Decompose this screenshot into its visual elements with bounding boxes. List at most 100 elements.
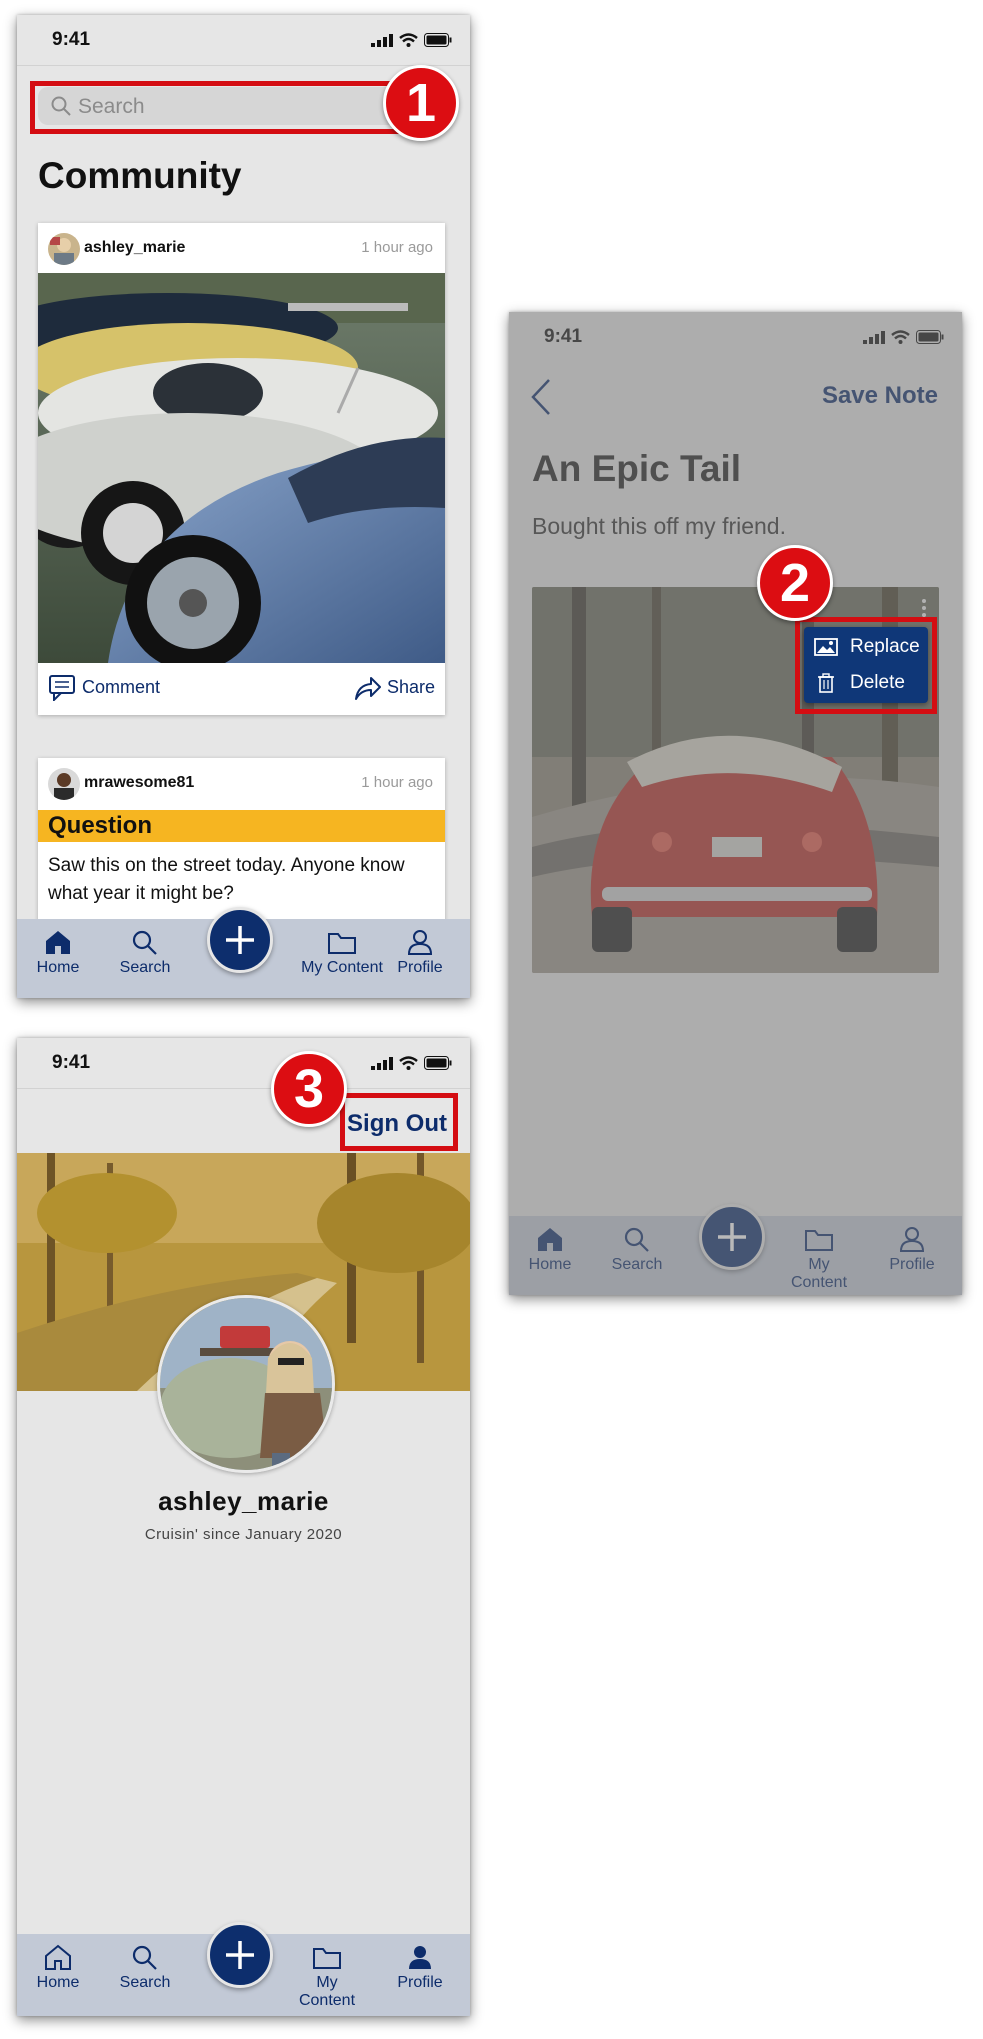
tab-my-content-label: My Content	[298, 1974, 356, 2009]
battery-icon	[916, 330, 944, 344]
post-image[interactable]	[38, 273, 445, 663]
post-card: mrawesome81 1 hour ago Question Saw this…	[38, 758, 445, 928]
share-button[interactable]: Share	[353, 673, 435, 701]
person-icon	[409, 1946, 431, 1969]
member-since: Cruisin' since January 2020	[144, 1526, 343, 1543]
tab-home-label: Home	[36, 1974, 80, 1991]
plus-icon	[718, 1223, 746, 1251]
callout-box-2	[795, 617, 937, 714]
avatar[interactable]	[48, 768, 80, 800]
share-icon	[354, 677, 381, 700]
signal-icon	[371, 34, 393, 47]
battery-icon	[424, 33, 452, 47]
tab-search[interactable]: Search	[105, 929, 185, 977]
folder-icon	[313, 1948, 341, 1969]
person-icon	[407, 930, 433, 955]
home-icon	[538, 1228, 562, 1251]
tab-my-content[interactable]: My Content	[779, 1226, 859, 1292]
community-screen: 9:41 Search 1 Community ashley_marie 1 h…	[17, 15, 470, 998]
comment-icon	[49, 675, 75, 701]
status-time: 9:41	[52, 29, 91, 50]
post-time: 1 hour ago	[361, 239, 433, 256]
tab-my-content[interactable]: My Content	[287, 1944, 367, 2010]
tab-home[interactable]: Home	[510, 1226, 590, 1274]
tab-search[interactable]: Search	[105, 1944, 185, 1992]
page-title: Community	[38, 155, 242, 196]
tab-profile[interactable]: Profile	[380, 1944, 460, 1992]
tab-home[interactable]: Home	[18, 929, 98, 977]
tab-search[interactable]: Search	[597, 1226, 677, 1274]
post-header: ashley_marie 1 hour ago	[38, 223, 445, 273]
battery-icon	[424, 1056, 452, 1070]
comment-label: Comment	[82, 676, 161, 697]
plus-icon	[226, 1941, 254, 1969]
callout-badge-3: 3	[271, 1051, 347, 1127]
tab-my-content-label: My Content	[301, 959, 383, 976]
signal-icon	[371, 1057, 393, 1070]
profile-screen: 9:41 Sign Out 3 ashley_marie Cruisin' si…	[17, 1038, 470, 2016]
person-icon	[899, 1227, 925, 1252]
tab-search-label: Search	[119, 1974, 171, 1991]
save-note-button[interactable]: Save Note	[822, 382, 938, 410]
wifi-icon	[399, 1056, 418, 1070]
home-icon	[46, 931, 70, 954]
signal-icon	[863, 331, 885, 344]
tab-search-label: Search	[611, 1256, 663, 1273]
callout-box-1	[30, 81, 432, 134]
tab-bar: Home Search My Content Profile	[17, 1922, 470, 2016]
callout-box-3	[340, 1093, 458, 1151]
plus-icon	[226, 926, 254, 954]
tab-home[interactable]: Home	[18, 1944, 98, 1992]
tab-bar: Home Search My Content Profile	[17, 907, 470, 998]
post-time: 1 hour ago	[361, 774, 433, 791]
post-header: mrawesome81 1 hour ago	[38, 758, 445, 808]
note-title[interactable]: An Epic Tail	[532, 448, 741, 490]
add-button[interactable]	[207, 907, 273, 973]
post-card: ashley_marie 1 hour ago Comment Share	[38, 223, 445, 715]
tab-search-label: Search	[119, 959, 171, 976]
status-time: 9:41	[544, 326, 583, 347]
profile-username: ashley_marie	[158, 1486, 329, 1516]
tab-profile-label: Profile	[397, 1974, 443, 1991]
tab-home-label: Home	[36, 959, 80, 976]
status-divider	[17, 1088, 470, 1089]
post-username[interactable]: ashley_marie	[84, 239, 185, 257]
status-icons	[371, 33, 452, 47]
home-icon	[45, 1944, 71, 1970]
tab-my-content-label: My Content	[790, 1256, 848, 1291]
callout-badge-2: 2	[757, 545, 833, 621]
avatar[interactable]	[157, 1295, 335, 1473]
status-divider	[17, 65, 470, 66]
question-tag: Question	[38, 810, 445, 842]
search-icon	[132, 1945, 157, 1970]
post-actions: Comment Share	[38, 663, 445, 715]
back-button[interactable]	[529, 377, 553, 422]
status-icons	[863, 330, 944, 344]
chevron-left-icon	[531, 379, 550, 415]
tab-bar: Home Search My Content Profile	[509, 1204, 962, 1295]
note-body[interactable]: Bought this off my friend.	[532, 513, 786, 540]
wifi-icon	[891, 330, 910, 344]
add-button[interactable]	[699, 1204, 765, 1270]
status-bar: 9:41	[509, 312, 962, 362]
post-username[interactable]: mrawesome81	[84, 774, 194, 792]
avatar[interactable]	[48, 233, 80, 265]
folder-icon	[328, 933, 356, 954]
status-bar: 9:41	[17, 15, 470, 65]
tab-profile[interactable]: Profile	[872, 1226, 952, 1274]
folder-icon	[805, 1230, 833, 1251]
tab-home-label: Home	[528, 1256, 572, 1273]
search-icon	[132, 930, 157, 955]
tab-profile-label: Profile	[397, 959, 443, 976]
more-options-icon[interactable]	[921, 598, 927, 618]
status-icons	[371, 1056, 452, 1070]
post-body: Saw this on the street today. Anyone kno…	[48, 855, 405, 904]
tab-profile[interactable]: Profile	[380, 929, 460, 977]
search-icon	[624, 1227, 649, 1252]
callout-badge-1: 1	[383, 65, 459, 141]
share-label: Share	[386, 676, 435, 697]
add-button[interactable]	[207, 1922, 273, 1988]
tab-profile-label: Profile	[889, 1256, 935, 1273]
status-time: 9:41	[52, 1052, 91, 1073]
comment-button[interactable]: Comment	[48, 673, 160, 701]
